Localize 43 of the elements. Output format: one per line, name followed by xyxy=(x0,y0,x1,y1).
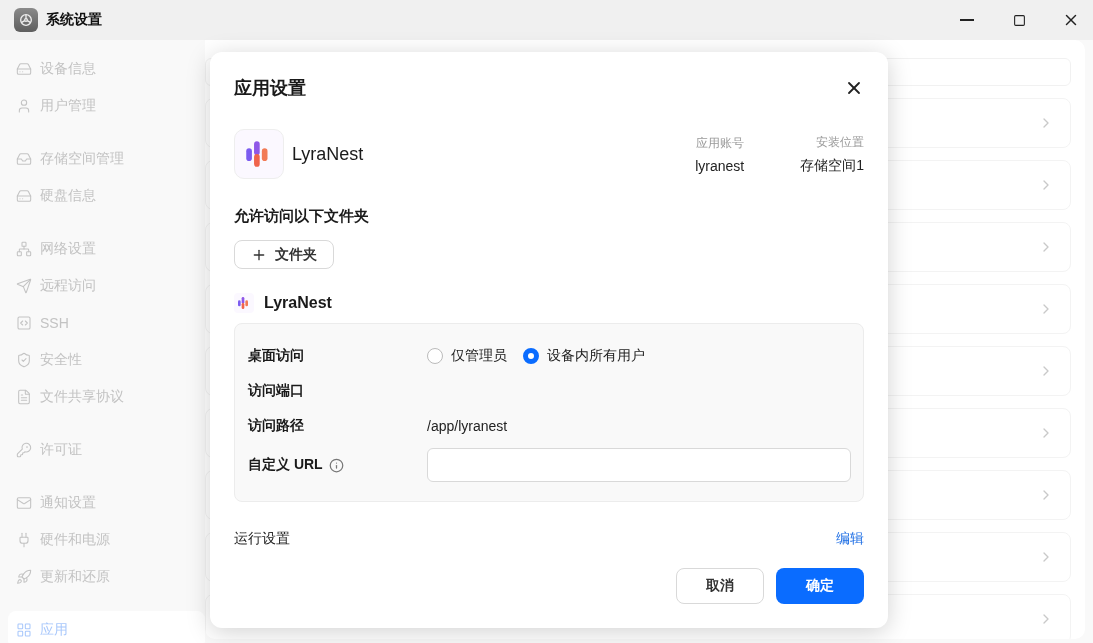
run-settings-label: 运行设置 xyxy=(234,530,290,548)
window-title: 系统设置 xyxy=(46,11,103,29)
field-value: /app/lyranest xyxy=(427,417,508,434)
sidebar-item-icon xyxy=(16,277,32,294)
sidebar-item-icon xyxy=(16,240,32,257)
add-folder-button[interactable]: 文件夹 xyxy=(234,240,334,269)
sidebar-item-icon xyxy=(16,494,32,511)
dialog-title: 应用设置 xyxy=(234,77,306,100)
info-label: 应用账号 xyxy=(696,134,745,152)
sidebar-item-icon xyxy=(16,531,32,548)
field-label: 桌面访问 xyxy=(248,346,304,365)
sidebar-item-icon xyxy=(16,351,32,368)
radio-button[interactable] xyxy=(523,347,539,364)
info-value: 存储空间1 xyxy=(800,156,864,175)
sidebar-item-icon xyxy=(16,150,32,167)
minimize-icon xyxy=(960,19,974,21)
info-value: lyranest xyxy=(695,157,745,174)
radio-button[interactable] xyxy=(427,347,443,364)
url-input-field[interactable] xyxy=(427,448,851,482)
sidebar-item-icon xyxy=(16,568,32,585)
radio-option[interactable]: 设备内所有用户 xyxy=(523,346,645,365)
section-title: 允许访问以下文件夹 xyxy=(234,207,370,226)
settings-app-icon xyxy=(14,8,38,32)
maximize-icon xyxy=(1012,13,1026,27)
field-label: 自定义 URL xyxy=(248,456,323,474)
radio-option[interactable]: 仅管理员 xyxy=(427,346,507,365)
confirm-button[interactable]: 确定 xyxy=(776,568,864,604)
info-icon[interactable] xyxy=(328,457,344,473)
field-label: 访问端口 xyxy=(248,381,304,400)
sidebar-item-icon xyxy=(16,621,32,638)
sidebar-item[interactable]: 应用 xyxy=(8,611,205,643)
sidebar-item-icon xyxy=(16,314,32,331)
edit-link[interactable]: 编辑 xyxy=(836,530,864,548)
app-name: LyraNest xyxy=(292,143,365,165)
sidebar-item-icon xyxy=(16,60,32,77)
sidebar-item-icon xyxy=(16,441,32,458)
field-label: 访问路径 xyxy=(248,416,304,435)
entry-name: LyraNest xyxy=(264,294,332,312)
cancel-button[interactable]: 取消 xyxy=(676,568,764,604)
sidebar-item-icon xyxy=(16,97,32,114)
sidebar-item-icon xyxy=(16,187,32,204)
sidebar-item-icon xyxy=(16,388,32,405)
info-label: 安装位置 xyxy=(816,133,864,151)
